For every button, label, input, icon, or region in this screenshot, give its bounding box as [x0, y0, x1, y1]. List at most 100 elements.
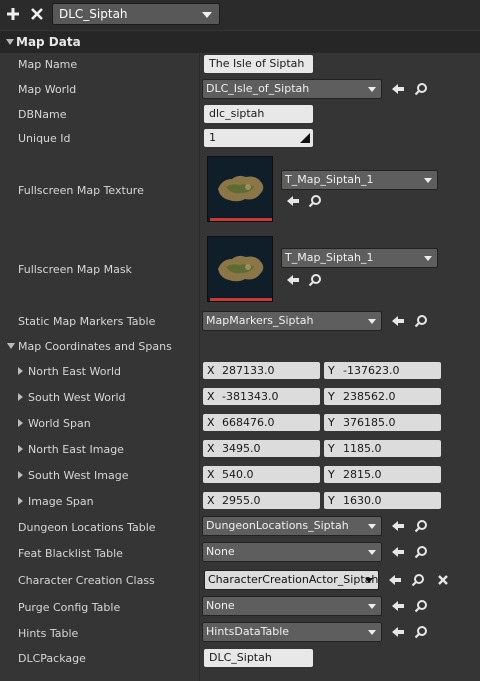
- expand-arrow-icon[interactable]: [18, 471, 23, 479]
- purge-config-dropdown[interactable]: None: [202, 596, 382, 616]
- chevron-down-icon: [202, 12, 212, 18]
- browse-magnifier-icon[interactable]: [414, 314, 428, 328]
- browse-magnifier-icon[interactable]: [414, 519, 428, 533]
- fullscreen-texture-label: Fullscreen Map Texture: [18, 184, 144, 197]
- island-map-image: [208, 157, 272, 217]
- south-west-world-label: South West World: [28, 391, 126, 404]
- north-east-image-label: North East Image: [28, 443, 124, 456]
- map-world-dropdown[interactable]: DLC_Isle_of_Siptah: [202, 79, 382, 99]
- north-east-world-y-value: -137623.0: [343, 364, 400, 377]
- dbname-field[interactable]: dlc_siptah: [204, 105, 313, 123]
- south-west-image-y-field[interactable]: Y 2815.0: [324, 466, 441, 483]
- fullscreen-mask-dropdown[interactable]: T_Map_Siptah_1: [281, 248, 438, 268]
- south-west-world-x-field[interactable]: X -381343.0: [203, 388, 320, 405]
- browse-magnifier-icon[interactable]: [414, 625, 428, 639]
- map-name-field[interactable]: The Isle of Siptah: [204, 55, 313, 73]
- section-header-map-data[interactable]: Map Data: [0, 31, 480, 53]
- image-span-y-field[interactable]: Y 1630.0: [324, 492, 441, 509]
- world-span-y-value: 376185.0: [343, 416, 396, 429]
- column-divider[interactable]: [199, 53, 200, 681]
- mask-thumbnail[interactable]: [207, 236, 273, 302]
- image-span-label: Image Span: [28, 495, 94, 508]
- plus-icon[interactable]: [6, 6, 20, 22]
- spin-drag-icon[interactable]: [300, 133, 310, 143]
- texture-thumbnail[interactable]: [207, 156, 273, 222]
- image-span-y-value: 1630.0: [343, 494, 382, 507]
- thumbnail-color-bar: [210, 298, 272, 301]
- browse-magnifier-icon[interactable]: [411, 573, 425, 587]
- island-map-image: [208, 237, 272, 297]
- chevron-down-icon: [424, 256, 432, 261]
- world-span-y-field[interactable]: Y 376185.0: [324, 414, 441, 431]
- chevron-down-icon: [368, 87, 376, 92]
- hints-table-label: Hints Table: [18, 627, 79, 640]
- expand-arrow-icon[interactable]: [18, 497, 23, 505]
- use-selected-arrow-icon[interactable]: [388, 573, 402, 587]
- axis-x-label: X: [207, 468, 215, 481]
- axis-x-label: X: [207, 416, 215, 429]
- fullscreen-mask-value: T_Map_Siptah_1: [285, 251, 374, 264]
- axis-x-label: X: [207, 390, 215, 403]
- world-span-label: World Span: [28, 417, 91, 430]
- static-markers-dropdown[interactable]: MapMarkers_Siptah: [202, 311, 382, 331]
- use-selected-arrow-icon[interactable]: [391, 599, 405, 613]
- thumbnail-color-bar: [210, 218, 272, 221]
- browse-magnifier-icon[interactable]: [414, 599, 428, 613]
- north-east-world-x-field[interactable]: X 287133.0: [203, 362, 320, 379]
- dlc-package-field[interactable]: DLC_Siptah: [204, 649, 313, 667]
- use-selected-arrow-icon[interactable]: [391, 545, 405, 559]
- chevron-down-icon: [368, 604, 376, 609]
- south-west-world-y-field[interactable]: Y 238562.0: [324, 388, 441, 405]
- north-east-image-x-field[interactable]: X 3495.0: [203, 440, 320, 457]
- character-creation-dropdown[interactable]: CharacterCreationActor_Siptah: [204, 570, 379, 590]
- clear-x-icon[interactable]: [436, 573, 450, 587]
- south-west-image-y-value: 2815.0: [343, 468, 382, 481]
- expand-arrow-icon[interactable]: [18, 445, 23, 453]
- collapse-arrow-icon: [6, 39, 14, 45]
- use-selected-arrow-icon[interactable]: [391, 82, 405, 96]
- browse-magnifier-icon[interactable]: [414, 545, 428, 559]
- dungeon-locations-dropdown[interactable]: DungeonLocations_Siptah: [202, 516, 382, 536]
- x-icon[interactable]: [30, 6, 44, 22]
- use-selected-arrow-icon[interactable]: [286, 273, 300, 287]
- use-selected-arrow-icon[interactable]: [391, 314, 405, 328]
- north-east-world-y-field[interactable]: Y -137623.0: [324, 362, 441, 379]
- north-east-image-x-value: 3495.0: [222, 442, 261, 455]
- image-span-x-field[interactable]: X 2955.0: [203, 492, 320, 509]
- fullscreen-texture-dropdown[interactable]: T_Map_Siptah_1: [281, 170, 438, 190]
- feat-blacklist-dropdown[interactable]: None: [202, 542, 382, 562]
- world-span-x-field[interactable]: X 668476.0: [203, 414, 320, 431]
- hints-table-dropdown[interactable]: HintsDataTable: [202, 622, 382, 642]
- dungeon-locations-value: DungeonLocations_Siptah: [206, 519, 349, 532]
- chevron-down-icon: [368, 319, 376, 324]
- expand-arrow-icon[interactable]: [18, 367, 23, 375]
- static-markers-label: Static Map Markers Table: [18, 315, 156, 328]
- fullscreen-mask-label: Fullscreen Map Mask: [18, 263, 132, 276]
- use-selected-arrow-icon[interactable]: [286, 194, 300, 208]
- chevron-down-icon: [368, 524, 376, 529]
- dungeon-locations-label: Dungeon Locations Table: [18, 521, 156, 534]
- map-world-label: Map World: [18, 83, 77, 96]
- expand-arrow-icon[interactable]: [18, 393, 23, 401]
- chevron-down-icon: [424, 178, 432, 183]
- map-world-value: DLC_Isle_of_Siptah: [206, 82, 310, 95]
- browse-magnifier-icon[interactable]: [308, 273, 322, 287]
- group-expand-arrow-icon[interactable]: [7, 343, 15, 349]
- south-west-image-x-field[interactable]: X 540.0: [203, 466, 320, 483]
- unique-id-field[interactable]: 1: [204, 129, 313, 147]
- coords-group-label[interactable]: Map Coordinates and Spans: [18, 340, 172, 353]
- axis-y-label: Y: [328, 364, 335, 377]
- south-west-image-x-value: 540.0: [222, 468, 254, 481]
- map-name-label: Map Name: [18, 58, 78, 71]
- axis-y-label: Y: [328, 468, 335, 481]
- use-selected-arrow-icon[interactable]: [391, 625, 405, 639]
- browse-magnifier-icon[interactable]: [414, 82, 428, 96]
- expand-arrow-icon[interactable]: [18, 419, 23, 427]
- axis-y-label: Y: [328, 416, 335, 429]
- browse-magnifier-icon[interactable]: [308, 194, 322, 208]
- north-east-image-y-field[interactable]: Y 1185.0: [324, 440, 441, 457]
- use-selected-arrow-icon[interactable]: [391, 519, 405, 533]
- asset-selector-dropdown[interactable]: DLC_Siptah: [52, 3, 220, 25]
- axis-y-label: Y: [328, 494, 335, 507]
- static-markers-value: MapMarkers_Siptah: [206, 314, 314, 327]
